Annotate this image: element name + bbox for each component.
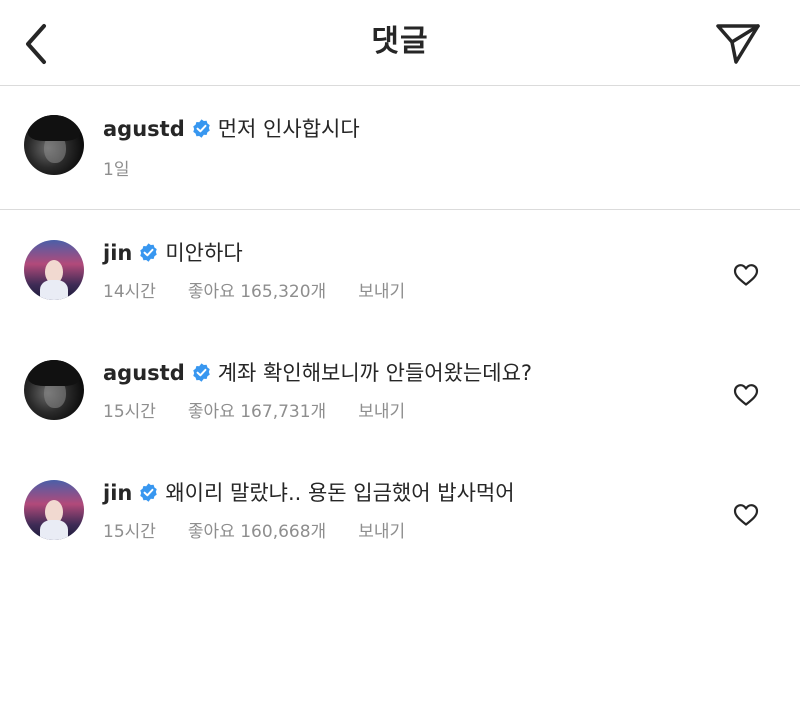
caption-time: 1일 [103, 160, 130, 180]
comment-text: 계좌 확인해보니까 안들어왔는데요? [217, 361, 533, 385]
heart-icon[interactable] [733, 263, 759, 287]
comment-time: 15시간 [103, 522, 156, 542]
comments-header: 댓글 [0, 0, 800, 86]
comment-time: 14시간 [103, 282, 156, 302]
like-count[interactable]: 좋아요 165,320개 [188, 280, 326, 304]
send-link[interactable]: 보내기 [358, 280, 405, 304]
share-button[interactable] [712, 18, 764, 68]
avatar[interactable] [24, 360, 84, 420]
send-link[interactable]: 보내기 [358, 520, 405, 544]
caption-meta: 1일 [103, 158, 129, 182]
paper-plane-icon [716, 24, 760, 64]
username[interactable]: agustd [103, 117, 185, 141]
comment-line: jin 왜이리 말랐냐.. 용돈 입금했어 밥사먹어 [103, 478, 515, 508]
verified-badge-icon [140, 243, 158, 262]
avatar[interactable] [24, 115, 84, 175]
comment-item: jin 미안하다 14시간 좋아요 165,320개 보내기 [0, 238, 800, 328]
heart-icon[interactable] [733, 503, 759, 527]
comment-item: agustd 계좌 확인해보니까 안들어왔는데요? 15시간 좋아요 167,731… [0, 358, 800, 448]
post-caption: agustd 먼저 인사합시다 1일 [0, 86, 800, 210]
comment-item: jin 왜이리 말랐냐.. 용돈 입금했어 밥사먹어 15시간 좋아요 160,66… [0, 478, 800, 568]
avatar[interactable] [24, 240, 84, 300]
verified-badge-icon [193, 119, 210, 138]
caption-line: agustd 먼저 인사합시다 [103, 114, 360, 144]
comment-meta: 15시간 좋아요 160,668개 보내기 [103, 520, 405, 544]
avatar[interactable] [24, 480, 84, 540]
like-count[interactable]: 좋아요 160,668개 [188, 520, 326, 544]
comment-line: jin 미안하다 [103, 238, 243, 268]
username[interactable]: jin [103, 481, 132, 505]
verified-badge-icon [140, 483, 158, 502]
send-link[interactable]: 보내기 [358, 400, 405, 424]
comment-text: 미안하다 [165, 241, 243, 265]
comment-meta: 14시간 좋아요 165,320개 보내기 [103, 280, 405, 304]
heart-icon[interactable] [733, 383, 759, 407]
username[interactable]: jin [103, 241, 132, 265]
username[interactable]: agustd [103, 361, 185, 385]
like-count[interactable]: 좋아요 167,731개 [188, 400, 326, 424]
page-title: 댓글 [371, 24, 429, 59]
comment-line: agustd 계좌 확인해보니까 안들어왔는데요? [103, 358, 532, 388]
caption-text: 먼저 인사합시다 [217, 117, 360, 141]
comment-time: 15시간 [103, 402, 156, 422]
comment-meta: 15시간 좋아요 167,731개 보내기 [103, 400, 405, 424]
comment-text: 왜이리 말랐냐.. 용돈 입금했어 밥사먹어 [165, 481, 515, 505]
verified-badge-icon [193, 363, 210, 382]
